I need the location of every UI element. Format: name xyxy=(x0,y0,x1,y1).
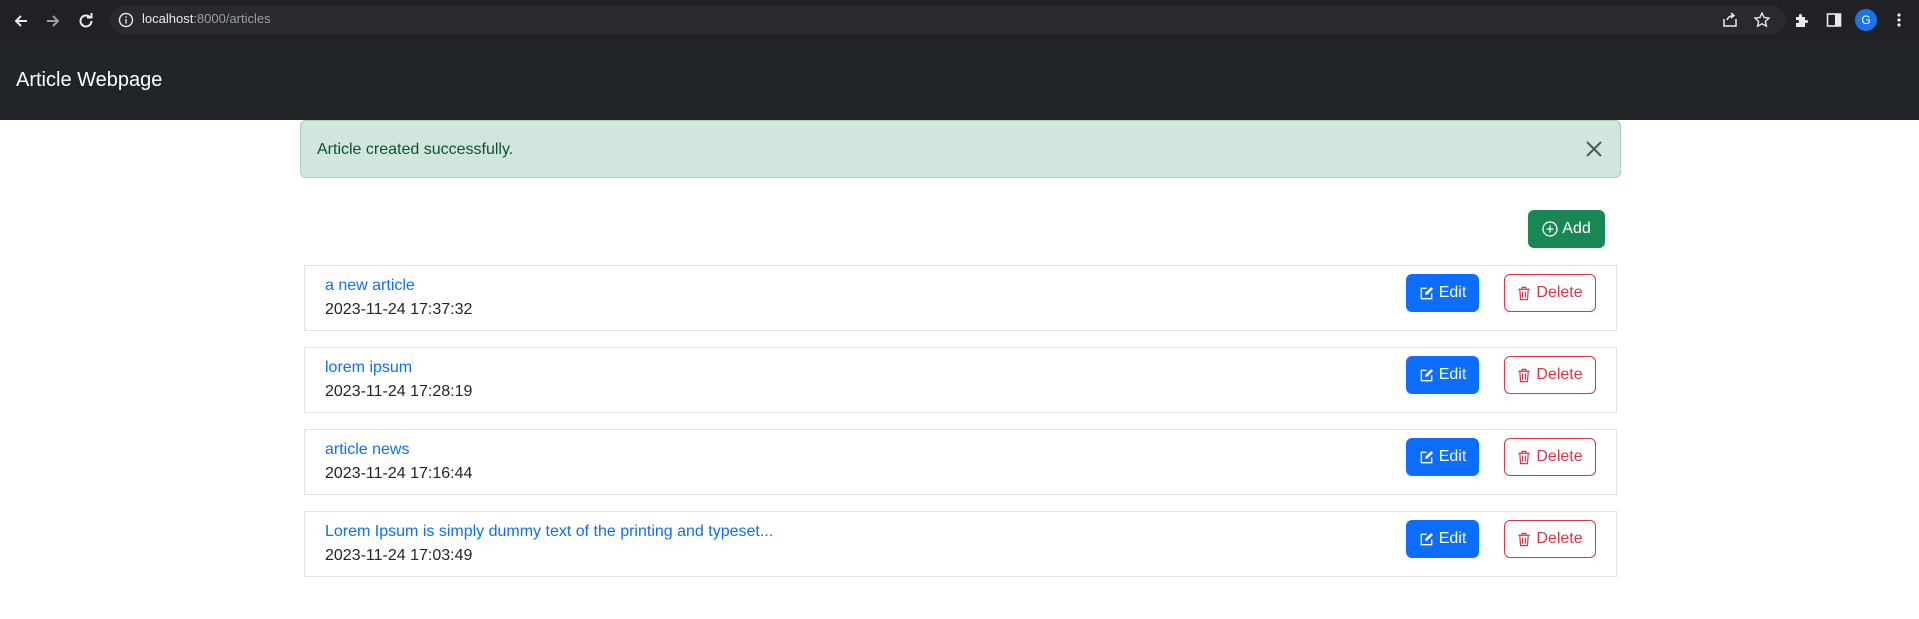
article-date: 2023-11-24 17:03:49 xyxy=(325,547,473,564)
delete-label: Delete xyxy=(1536,284,1583,301)
trash-icon xyxy=(1518,450,1530,464)
arrow-right-icon xyxy=(47,15,60,27)
alert-message: Article created successfully. xyxy=(317,141,514,158)
url-text: localhost:8000/articles xyxy=(142,11,271,26)
article-date: 2023-11-24 17:37:32 xyxy=(325,301,473,318)
navbar-brand[interactable]: Article Webpage xyxy=(16,69,162,92)
reload-button[interactable] xyxy=(74,9,98,33)
pencil-square-icon xyxy=(1420,532,1433,545)
delete-label: Delete xyxy=(1536,448,1583,465)
share-icon[interactable] xyxy=(1721,11,1739,29)
edit-button[interactable]: Edit xyxy=(1406,274,1479,312)
address-bar[interactable]: localhost:8000/articles xyxy=(110,5,1786,35)
plus-circle-icon xyxy=(1542,221,1558,237)
edit-label: Edit xyxy=(1438,530,1467,547)
article-row: lorem ipsum 2023-11-24 17:28:19 Edit Del… xyxy=(304,347,1617,413)
pencil-square-icon xyxy=(1420,286,1433,299)
extensions-button[interactable] xyxy=(1792,10,1812,30)
delete-button[interactable]: Delete xyxy=(1504,274,1596,312)
article-row: Lorem Ipsum is simply dummy text of the … xyxy=(304,511,1617,577)
trash-icon xyxy=(1518,532,1530,546)
add-label: Add xyxy=(1562,220,1591,237)
delete-button[interactable]: Delete xyxy=(1504,356,1596,394)
browser-menu-button[interactable] xyxy=(1889,10,1909,30)
delete-label: Delete xyxy=(1536,530,1583,547)
url-host: localhost xyxy=(142,11,194,26)
edit-label: Edit xyxy=(1438,366,1467,383)
pencil-square-icon xyxy=(1420,450,1433,463)
side-panel-button[interactable] xyxy=(1824,10,1844,30)
edit-label: Edit xyxy=(1438,448,1467,465)
trash-icon xyxy=(1518,368,1530,382)
bookmark-star-icon[interactable] xyxy=(1753,11,1771,29)
edit-button[interactable]: Edit xyxy=(1406,438,1479,476)
arrow-left-icon xyxy=(14,15,27,27)
url-path: :8000/articles xyxy=(193,11,271,26)
article-title-link[interactable]: a new article xyxy=(325,277,415,295)
edit-button[interactable]: Edit xyxy=(1406,356,1479,394)
edit-label: Edit xyxy=(1438,284,1467,301)
success-alert: Article created successfully. xyxy=(300,120,1621,178)
article-date: 2023-11-24 17:16:44 xyxy=(325,465,473,482)
side-panel-icon xyxy=(1826,13,1842,27)
profile-avatar[interactable]: G xyxy=(1855,9,1877,31)
pencil-square-icon xyxy=(1420,368,1433,381)
browser-toolbar: localhost:8000/articles G xyxy=(0,0,1919,41)
forward-button[interactable] xyxy=(41,9,65,33)
back-button[interactable] xyxy=(9,9,33,33)
delete-label: Delete xyxy=(1536,366,1583,383)
article-date: 2023-11-24 17:28:19 xyxy=(325,383,473,400)
more-vertical-icon xyxy=(1897,13,1901,27)
reload-icon xyxy=(79,13,93,28)
article-title-link[interactable]: Lorem Ipsum is simply dummy text of the … xyxy=(325,523,773,541)
article-row: article news 2023-11-24 17:16:44 Edit De… xyxy=(304,429,1617,495)
article-row: a new article 2023-11-24 17:37:32 Edit D… xyxy=(304,265,1617,331)
article-title-link[interactable]: article news xyxy=(325,441,409,459)
delete-button[interactable]: Delete xyxy=(1504,520,1596,558)
close-icon[interactable] xyxy=(1584,139,1604,159)
puzzle-icon xyxy=(1796,14,1808,27)
app-navbar: Article Webpage xyxy=(0,41,1919,120)
edit-button[interactable]: Edit xyxy=(1406,520,1479,558)
article-title-link[interactable]: lorem ipsum xyxy=(325,359,412,377)
delete-button[interactable]: Delete xyxy=(1504,438,1596,476)
add-article-button[interactable]: Add xyxy=(1528,210,1605,248)
trash-icon xyxy=(1518,286,1530,300)
info-icon[interactable] xyxy=(118,12,134,28)
